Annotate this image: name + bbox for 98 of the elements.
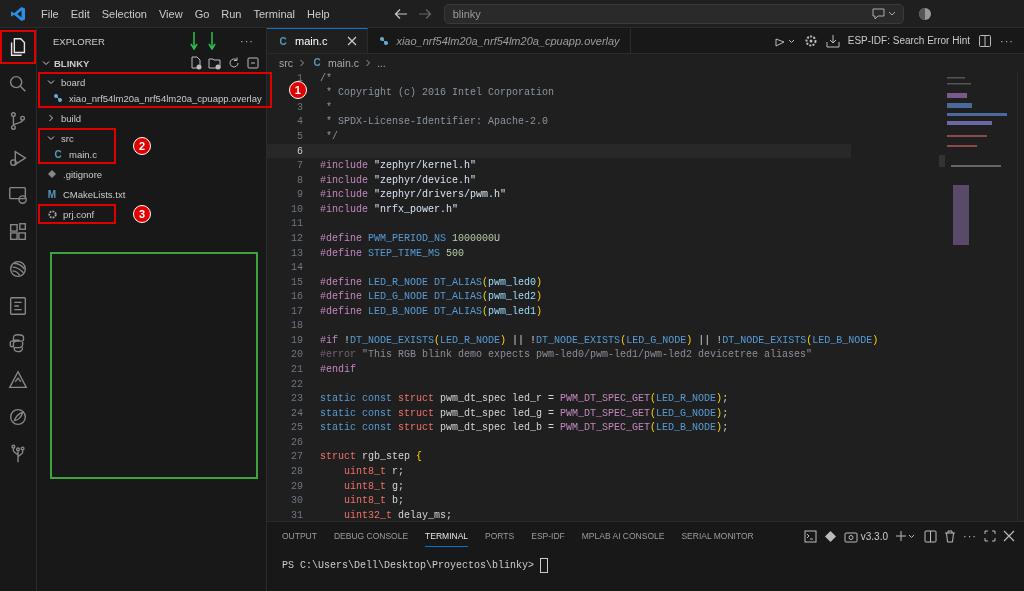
menu-item[interactable]: File xyxy=(35,7,65,20)
line-number: 23 xyxy=(291,393,303,405)
code-line: /* xyxy=(320,72,332,84)
line-number: 16 xyxy=(291,291,303,303)
line-number: 30 xyxy=(291,495,303,507)
line-number: 28 xyxy=(291,465,303,477)
code-line: #define PWM_PERIOD_NS 1000000U xyxy=(320,232,501,244)
line-number: 12 xyxy=(291,232,303,244)
line-number: 25 xyxy=(291,422,303,434)
command-center-field[interactable]: blinky xyxy=(443,3,904,24)
menu-item[interactable]: Run xyxy=(215,7,248,20)
terminal-prompt: PS C:\Users\Dell\Desktop\Proyectos\blinky> xyxy=(282,560,536,571)
panel-tab[interactable]: DEBUG CONSOLE xyxy=(333,525,409,547)
line-number: 4 xyxy=(297,116,303,128)
code-line: uint8_t r; xyxy=(343,465,405,477)
code-line: #define LED_R_NODE DT_ALIAS(pwm_led0) xyxy=(320,276,543,288)
tree-item[interactable]: xiao_nrf54lm20a_nrf54lm20a_cpuapp.overlay xyxy=(40,90,262,106)
tree-item[interactable]: src xyxy=(40,130,106,146)
code-line: #define LED_B_NODE DT_ALIAS(pwm_led1) xyxy=(320,305,543,317)
line-number: 11 xyxy=(291,218,303,230)
code-line: static const struct pwm_dt_spec led_b = PWM_DT_SPEC_GET(LED_B_NODE); xyxy=(320,422,729,434)
line-number: 29 xyxy=(291,480,303,492)
line-number: 22 xyxy=(291,378,303,390)
more-actions-button[interactable]: ··· xyxy=(963,530,977,542)
line-number: 21 xyxy=(291,364,303,376)
code-line: #define LED_G_NODE DT_ALIAS(pwm_led2) xyxy=(320,291,543,303)
code-line: #include "zephyr/device.h" xyxy=(320,174,477,186)
line-number: 26 xyxy=(291,436,303,448)
code-line: static const struct pwm_dt_spec led_g = PWM_DT_SPEC_GET(LED_G_NODE); xyxy=(320,407,729,419)
code-line: struct rgb_step { xyxy=(320,451,423,463)
folder-title[interactable]: BLINKY xyxy=(54,57,90,69)
menu-item[interactable]: Terminal xyxy=(247,7,302,20)
number-badge: 3 xyxy=(133,205,151,223)
panel-tab[interactable]: TERMINAL xyxy=(425,525,469,547)
menu-item[interactable]: Selection xyxy=(95,7,153,20)
breadcrumb-item[interactable]: main.c xyxy=(328,56,359,69)
tree-item[interactable]: build xyxy=(40,110,261,126)
tree-item[interactable]: board xyxy=(40,74,262,90)
line-number: 14 xyxy=(291,262,303,274)
tree-item[interactable]: .gitignore xyxy=(40,166,261,182)
code-line: static const struct pwm_dt_spec led_r = PWM_DT_SPEC_GET(LED_R_NODE); xyxy=(320,393,729,405)
line-number: 6 xyxy=(297,145,303,157)
number-badge: 2 xyxy=(133,137,151,155)
line-number: 31 xyxy=(291,509,303,521)
code-line: #endif xyxy=(320,364,356,376)
editor-tab[interactable]: C main.c xyxy=(267,28,369,53)
line-number: 27 xyxy=(291,451,303,463)
line-number: 15 xyxy=(291,276,303,288)
line-number: 7 xyxy=(297,160,303,172)
menu-item[interactable]: Help xyxy=(301,7,336,20)
menu-item[interactable]: View xyxy=(152,7,189,20)
code-line: #error "This RGB blink demo expects pwm-led0/pwm-led1/pwm-led2 devicetree aliases" xyxy=(320,349,813,361)
file-type-icon: M xyxy=(46,188,58,200)
code-line: * xyxy=(325,101,332,113)
version-label: v3.3.0 xyxy=(860,530,888,542)
editor-tab[interactable]: xiao_nrf54lm20a_nrf54lm20a_cpuapp.overlay xyxy=(368,28,631,53)
code-line: #include "nrfx_power.h" xyxy=(320,203,459,215)
code-line: uint8_t g; xyxy=(343,480,405,492)
panel-tab[interactable]: ESP-IDF xyxy=(531,525,565,547)
line-number: 13 xyxy=(291,247,303,259)
line-number: 9 xyxy=(297,189,303,201)
panel-tab[interactable]: SERIAL MONITOR xyxy=(681,525,754,547)
line-number: 10 xyxy=(291,203,303,215)
code-line: */ xyxy=(325,131,338,143)
code-line: #include "zephyr/drivers/pwm.h" xyxy=(320,189,507,201)
code-line: #if !DT_NODE_EXISTS(LED_R_NODE) || !DT_NODE_EXISTS(LED_G_NODE) || !DT_NODE_EXISTS(LED_B_NODE) xyxy=(320,334,879,346)
line-number: 18 xyxy=(291,320,303,332)
tree-item[interactable]: M CMakeLists.txt xyxy=(40,186,261,202)
code-line: #include "zephyr/kernel.h" xyxy=(320,160,477,172)
more-actions-button[interactable]: ··· xyxy=(1000,34,1014,47)
breadcrumb-item[interactable]: ... xyxy=(376,56,386,69)
code-line: * Copyright (c) 2016 Intel Corporation xyxy=(325,87,555,99)
line-number: 17 xyxy=(291,305,303,317)
line-number: 20 xyxy=(291,349,303,361)
panel-tab[interactable]: OUTPUT xyxy=(282,525,317,547)
code-line: uint32_t delay_ms; xyxy=(343,509,453,521)
tree-item[interactable]: C main.c xyxy=(40,146,106,162)
line-number: 3 xyxy=(297,101,303,113)
line-number: 19 xyxy=(291,334,303,346)
panel-tab[interactable]: PORTS xyxy=(485,525,515,547)
menu-item[interactable]: Go xyxy=(188,7,216,20)
line-number: 8 xyxy=(297,174,303,186)
line-number: 24 xyxy=(291,407,303,419)
line-number: 5 xyxy=(297,131,303,143)
tree-item[interactable]: prj.conf xyxy=(40,206,106,222)
panel-tab[interactable]: MPLAB AI CONSOLE xyxy=(581,525,665,547)
file-type-icon: C xyxy=(311,57,323,68)
file-type-icon: C xyxy=(52,148,64,160)
file-type-icon: C xyxy=(277,35,289,47)
sidebar-title: EXPLORER xyxy=(53,35,105,47)
line-number: 1 xyxy=(297,72,303,84)
more-actions-button[interactable]: ··· xyxy=(240,35,254,47)
menu-item[interactable]: Edit xyxy=(64,7,96,20)
code-line: #define STEP_TIME_MS 500 xyxy=(320,247,465,259)
search-error-hint-button[interactable]: ESP-IDF: Search Error Hint xyxy=(847,35,970,46)
code-line: * SPDX-License-Identifier: Apache-2.0 xyxy=(325,116,549,128)
code-line: uint8_t b; xyxy=(343,495,405,507)
breadcrumb-item[interactable]: src xyxy=(279,56,293,69)
